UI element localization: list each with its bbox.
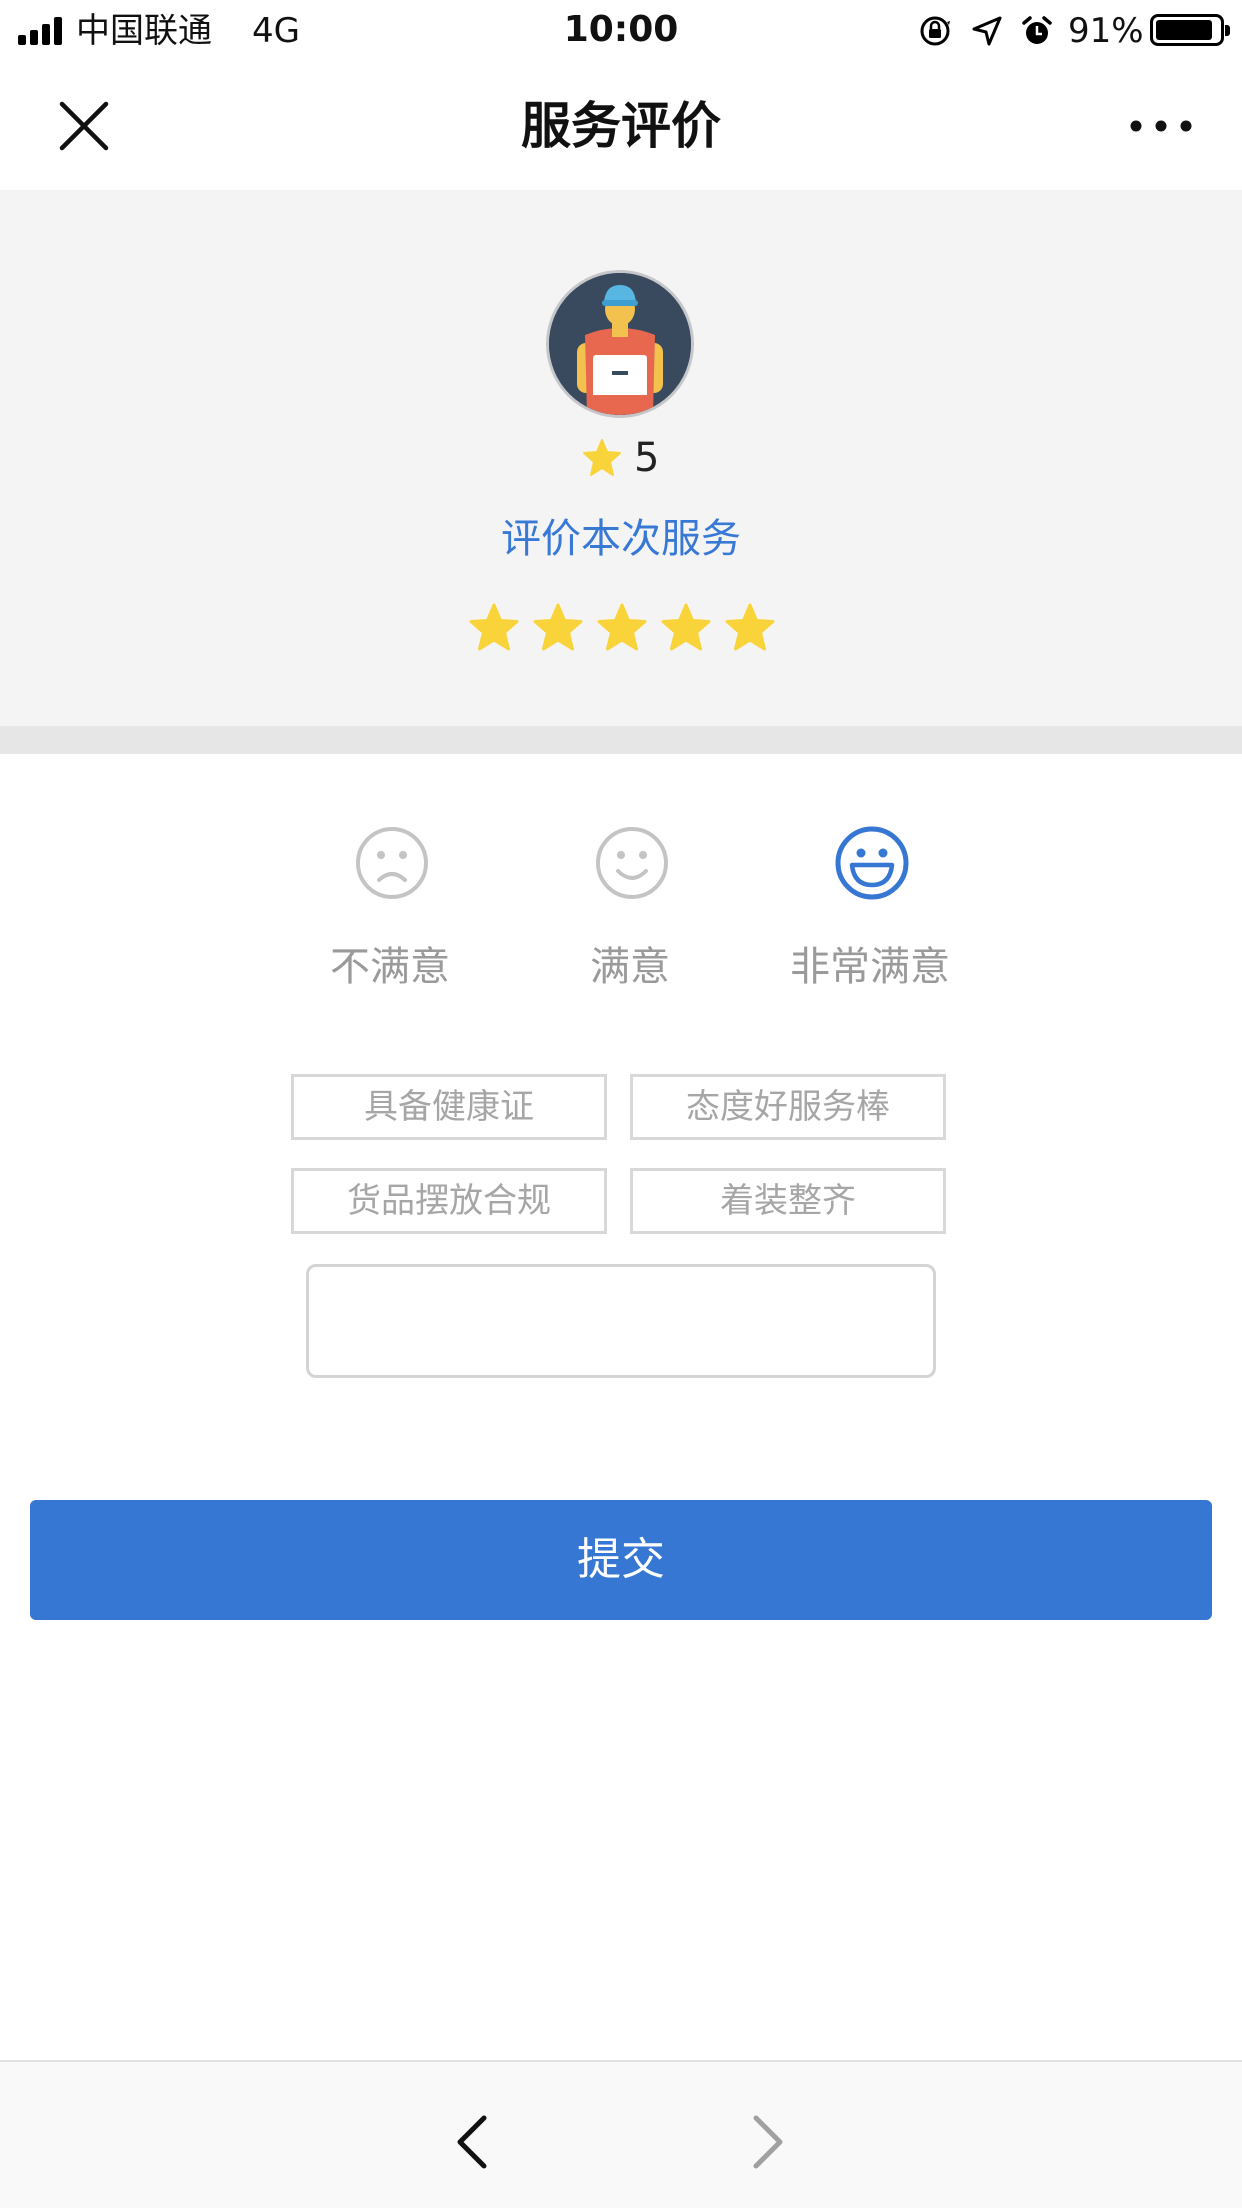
- mood-dissatisfied[interactable]: 不满意: [270, 825, 510, 995]
- orientation-lock-icon: [920, 16, 950, 46]
- mood-satisfied[interactable]: 满意: [510, 825, 750, 995]
- tag-neat-dress[interactable]: 着装整齐: [630, 1168, 946, 1234]
- battery-icon: [1150, 14, 1230, 46]
- battery-percent: 91%: [1068, 11, 1144, 51]
- back-arrow-icon[interactable]: [452, 2114, 492, 2170]
- more-icon[interactable]: [1126, 106, 1196, 146]
- tag-goods-placement[interactable]: 货品摆放合规: [291, 1168, 607, 1234]
- mood-label: 非常满意: [790, 944, 950, 990]
- nav-bar: 服务评价: [0, 62, 1242, 190]
- star-rating[interactable]: [468, 602, 776, 654]
- forward-arrow-icon[interactable]: [748, 2114, 788, 2170]
- rate-service-title: 评价本次服务: [501, 516, 741, 562]
- tag-good-attitude[interactable]: 态度好服务棒: [630, 1074, 946, 1140]
- alarm-icon: [1022, 16, 1052, 44]
- location-icon: [972, 16, 1002, 46]
- bottom-toolbar: [0, 2060, 1242, 2208]
- mood-label: 不满意: [330, 944, 450, 990]
- tag-health-certificate[interactable]: 具备健康证: [291, 1074, 607, 1140]
- comment-input[interactable]: [306, 1264, 936, 1378]
- rating-star-2[interactable]: [532, 602, 584, 654]
- status-time: 10:00: [563, 9, 679, 50]
- score-value: 5: [634, 435, 660, 481]
- mood-label: 满意: [590, 944, 670, 990]
- grin-face-icon: [835, 826, 909, 900]
- rating-star-4[interactable]: [660, 602, 712, 654]
- page-title: 服务评价: [521, 97, 721, 155]
- smile-face-icon: [596, 827, 668, 899]
- sad-face-icon: [356, 827, 428, 899]
- section-divider: [0, 726, 1242, 754]
- rating-star-1[interactable]: [468, 602, 520, 654]
- mood-very-satisfied[interactable]: 非常满意: [750, 825, 990, 995]
- status-bar: 中国联通 4G 10:00 91%: [0, 0, 1242, 62]
- courier-header: 5 评价本次服务: [0, 190, 1242, 726]
- star-icon: [583, 439, 621, 476]
- submit-button[interactable]: 提交: [30, 1500, 1212, 1620]
- courier-avatar: [546, 270, 694, 418]
- rating-star-3[interactable]: [596, 602, 648, 654]
- rating-star-5[interactable]: [724, 602, 776, 654]
